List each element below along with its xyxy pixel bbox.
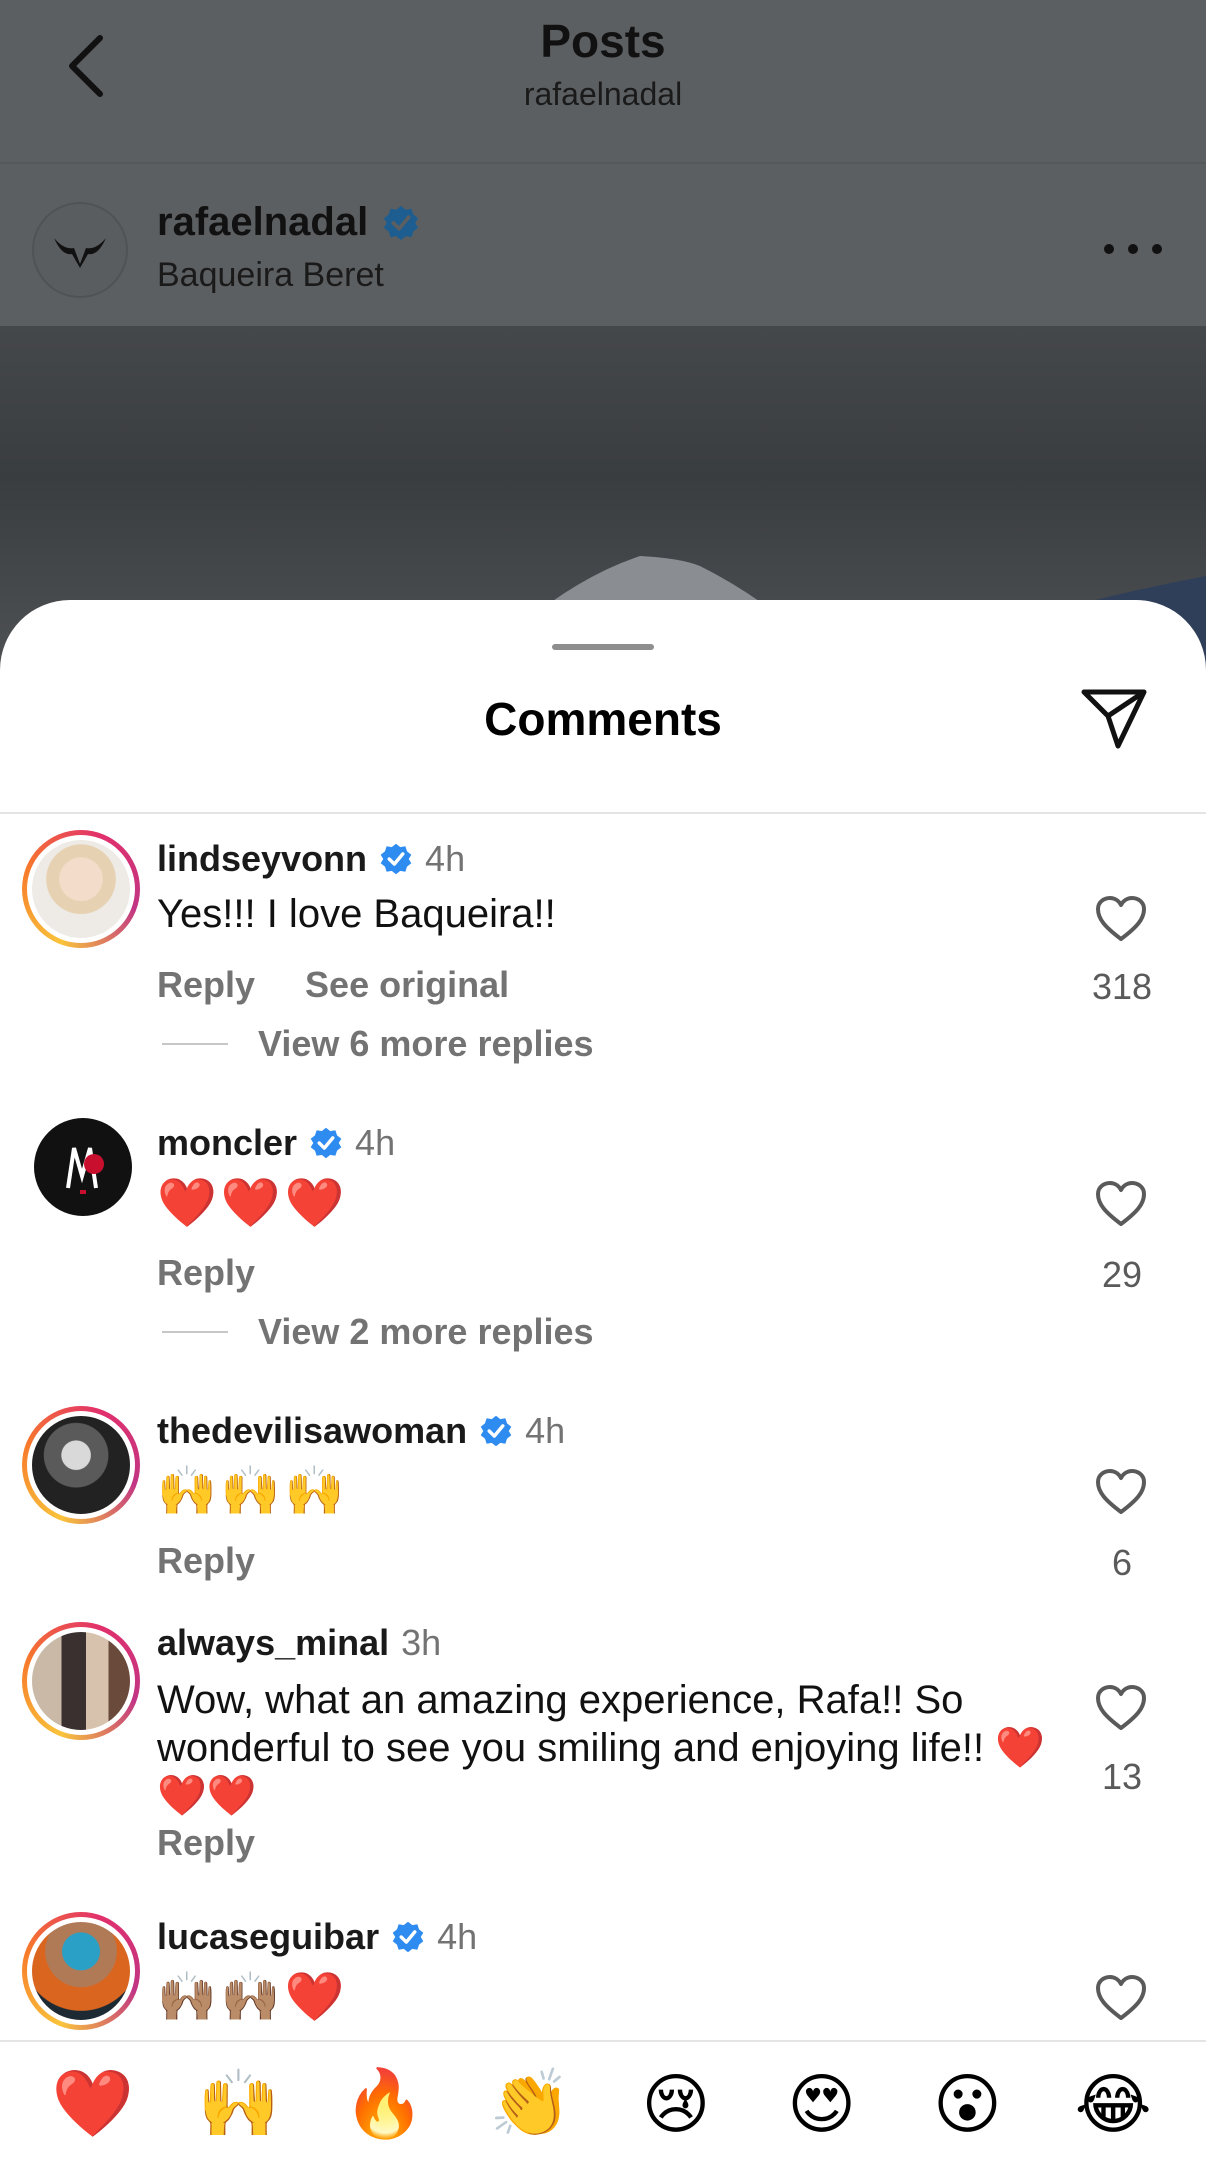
comment-text: Yes!!! I love Baqueira!!	[157, 892, 556, 936]
comment-username[interactable]: thedevilisawoman	[157, 1410, 467, 1452]
comment-actions: Reply	[157, 1540, 255, 1582]
comment-username[interactable]: moncler	[157, 1122, 297, 1164]
view-replies-button[interactable]: View 6 more replies	[162, 1023, 594, 1065]
comment-header: moncler 4h	[157, 1122, 395, 1164]
comment-time: 4h	[525, 1410, 566, 1451]
replies-line	[162, 1043, 228, 1045]
see-original-button[interactable]: See original	[305, 964, 509, 1006]
more-options-button[interactable]	[1104, 234, 1162, 264]
reply-button[interactable]: Reply	[157, 1540, 255, 1582]
comments-sheet: Comments lindseyvonn 4h Yes!!! I love Ba…	[0, 600, 1206, 2166]
sheet-divider	[0, 812, 1206, 814]
comment-actions: Reply	[157, 1252, 255, 1294]
heart-icon	[1096, 1469, 1146, 1514]
heart-eyes-emoji-button[interactable]: 😍	[772, 2066, 872, 2143]
comment-username[interactable]: always_minal	[157, 1622, 389, 1664]
page-title: Posts	[540, 15, 666, 67]
comment-time: 4h	[425, 838, 466, 879]
comment-username[interactable]: lucaseguibar	[157, 1916, 379, 1958]
post-author-avatar[interactable]	[32, 202, 128, 298]
page-subtitle: rafaelnadal	[523, 76, 683, 112]
reply-button[interactable]: Reply	[157, 1822, 255, 1864]
verified-badge-icon	[310, 1127, 342, 1159]
tears-of-joy-emoji-button[interactable]: 😂	[1063, 2066, 1163, 2143]
fire-emoji-button[interactable]: 🔥	[334, 2065, 434, 2143]
dot-icon	[1128, 244, 1138, 254]
reply-button[interactable]: Reply	[157, 964, 255, 1006]
comment-text: Wow, what an amazing experience, Rafa!! …	[157, 1678, 1046, 1818]
bull-logo-icon	[54, 238, 106, 268]
comment-time: 4h	[355, 1122, 396, 1163]
verified-badge-icon	[380, 843, 412, 875]
comment-header: lucaseguibar 4h	[157, 1916, 477, 1958]
view-replies-label: View 2 more replies	[258, 1311, 594, 1352]
heart-icon	[1096, 1685, 1146, 1730]
view-replies-button[interactable]: View 2 more replies	[162, 1311, 594, 1353]
paper-plane-icon	[1081, 689, 1147, 749]
post-author[interactable]: rafaelnadal	[157, 200, 420, 245]
like-button[interactable]	[1095, 1684, 1147, 1732]
avatar[interactable]	[22, 1912, 140, 2030]
verified-badge-icon	[480, 1415, 512, 1447]
comment-time: 3h	[401, 1622, 442, 1663]
comment-time: 4h	[437, 1916, 478, 1957]
heart-icon	[1096, 896, 1146, 941]
share-button[interactable]	[1078, 682, 1150, 754]
dot-icon	[1152, 244, 1162, 254]
comment-header: lindseyvonn 4h	[157, 838, 465, 880]
post-header: rafaelnadal Baqueira Beret	[0, 164, 1206, 326]
heart-icon	[1096, 1975, 1146, 2020]
comment-text: 🙌🏽🙌🏽❤️	[157, 1971, 349, 2024]
view-replies-label: View 6 more replies	[258, 1023, 594, 1064]
like-button[interactable]	[1095, 895, 1147, 943]
dot-icon	[1104, 244, 1114, 254]
red-heart-emoji-button[interactable]: ❤️	[43, 2065, 143, 2143]
reply-button[interactable]: Reply	[157, 1252, 255, 1294]
verified-badge-icon	[392, 1921, 424, 1953]
avatar[interactable]	[22, 1406, 140, 1524]
like-button[interactable]	[1095, 1468, 1147, 1516]
like-button[interactable]	[1095, 1180, 1147, 1228]
heart-icon	[1096, 1181, 1146, 1226]
sheet-grabber-handle[interactable]	[552, 644, 654, 650]
clapping-hands-emoji-button[interactable]: 👏	[480, 2065, 580, 2143]
like-count: 6	[1111, 1542, 1133, 1583]
avatar[interactable]	[34, 1118, 132, 1216]
verified-badge-icon	[384, 205, 419, 240]
like-count: 13	[1101, 1756, 1143, 1797]
raising-hands-emoji-button[interactable]: 🙌	[189, 2065, 289, 2143]
comment-username[interactable]: lindseyvonn	[157, 838, 367, 880]
comment-actions: Reply	[157, 1822, 255, 1864]
post-location[interactable]: Baqueira Beret	[157, 256, 384, 295]
avatar[interactable]	[22, 1622, 140, 1740]
comment-header: thedevilisawoman 4h	[157, 1410, 565, 1452]
like-count: 318	[1091, 966, 1153, 1007]
moncler-logo-icon	[66, 1147, 104, 1194]
replies-line	[162, 1331, 228, 1333]
comment-actions: Reply See original	[157, 964, 509, 1006]
top-nav-bar: Posts rafaelnadal	[0, 0, 1206, 162]
post-username: rafaelnadal	[157, 200, 369, 244]
surprised-face-emoji-button[interactable]: 😮	[917, 2066, 1017, 2143]
like-count: 29	[1101, 1254, 1143, 1295]
comments-title: Comments	[484, 693, 722, 745]
emoji-reaction-bar: ❤️ 🙌 🔥 👏 😢 😍 😮 😂	[0, 2042, 1206, 2166]
like-button[interactable]	[1095, 1974, 1147, 2022]
avatar[interactable]	[22, 830, 140, 948]
comment-text: ❤️❤️❤️	[157, 1177, 349, 1230]
crying-face-emoji-button[interactable]: 😢	[626, 2066, 726, 2143]
comment-text: 🙌🙌🙌	[157, 1465, 349, 1518]
comment-header: always_minal 3h	[157, 1622, 441, 1664]
